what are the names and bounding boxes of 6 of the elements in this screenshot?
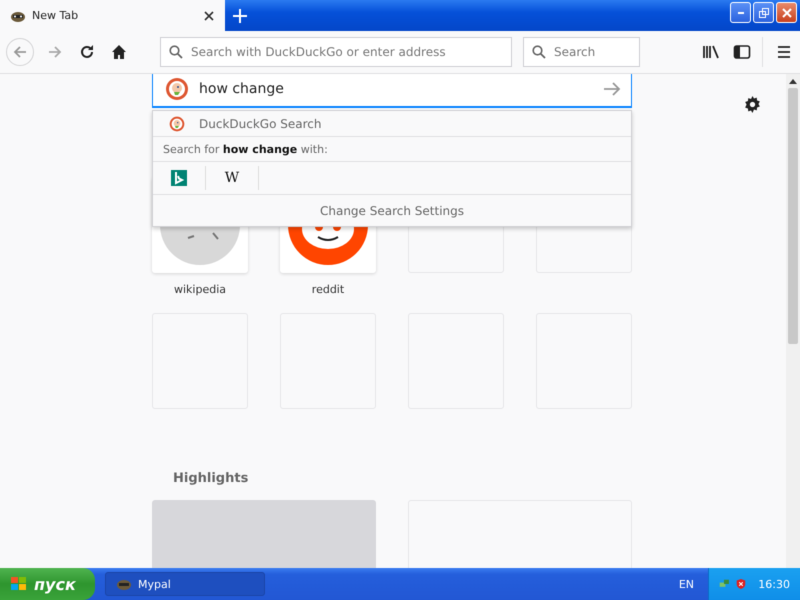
site-label: wikipedia <box>172 283 227 296</box>
search-prompt: Search for how change with: <box>163 142 328 156</box>
clock: 16:30 <box>758 578 790 590</box>
tab-title: New Tab <box>32 9 80 22</box>
site-label: reddit <box>310 283 346 296</box>
section-title: Highlights <box>173 471 248 486</box>
